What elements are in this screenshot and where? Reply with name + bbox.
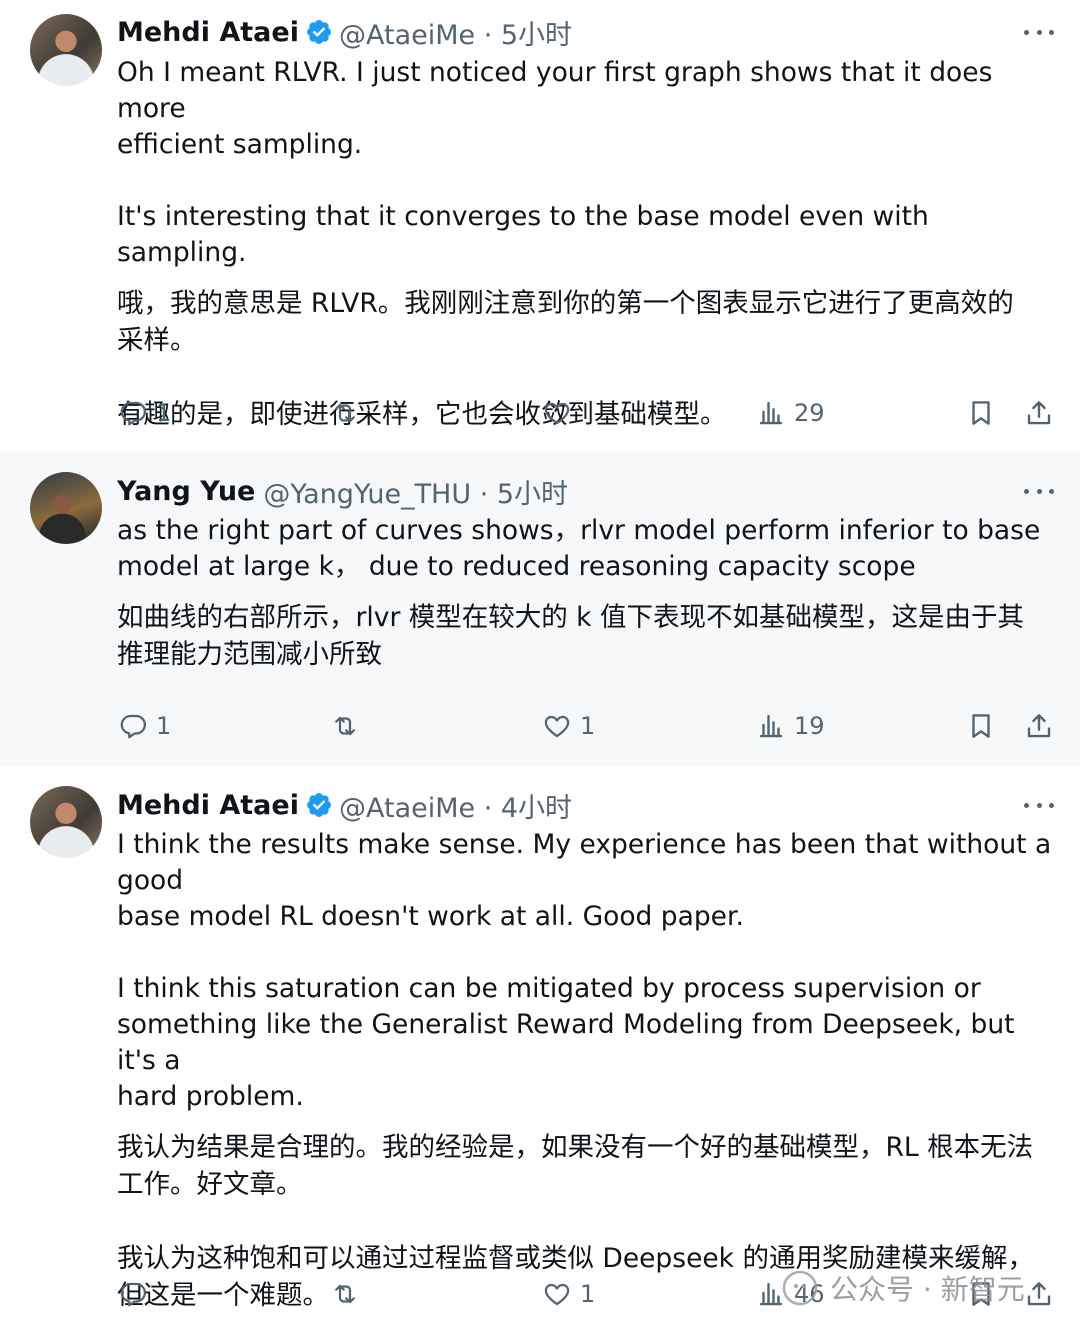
bookmark-button[interactable] xyxy=(966,706,996,746)
share-button[interactable] xyxy=(1024,393,1054,433)
text-line: I think this saturation can be mitigated… xyxy=(117,973,981,1004)
retweet-icon xyxy=(335,403,355,423)
author-name[interactable]: Mehdi Ataei xyxy=(117,17,299,48)
watermark: 公众号 · 新智元 xyxy=(782,1268,1025,1308)
watermark-text: 公众号 · 新智元 xyxy=(830,1273,1025,1306)
reply-icon xyxy=(120,401,146,426)
retweet-button[interactable] xyxy=(330,393,368,433)
verified-badge-icon xyxy=(305,18,333,46)
text-line: 工作。好文章。 xyxy=(117,1169,303,1200)
action-bar: 1 29 xyxy=(0,393,1080,433)
like-button[interactable]: 1 xyxy=(542,706,595,746)
like-button[interactable] xyxy=(542,393,580,433)
text-line: 如曲线的右部所示，rlvr 模型在较大的 k 值下表现不如基础模型，这是由于其 xyxy=(117,602,1024,633)
reply-button[interactable] xyxy=(118,1274,156,1314)
text-line: 我认为结果是合理的。我的经验是，如果没有一个好的基础模型，RL 根本无法 xyxy=(117,1132,1034,1163)
avatar[interactable] xyxy=(30,786,102,858)
text-line: 哦，我的意思是 RLVR。我刚刚注意到你的第一个图表显示它进行了更高效的 xyxy=(117,288,1014,319)
text-line: hard problem. xyxy=(117,1081,304,1112)
views-count: 29 xyxy=(794,399,825,427)
like-count: 1 xyxy=(580,712,596,740)
action-bar: 1 1 19 xyxy=(0,706,1080,746)
verified-badge-icon xyxy=(305,791,333,819)
heart-icon xyxy=(544,402,570,425)
bookmark-icon xyxy=(972,714,990,738)
like-button[interactable]: 1 xyxy=(542,1274,595,1314)
avatar[interactable] xyxy=(30,14,102,86)
views-button[interactable]: 19 xyxy=(756,706,825,746)
author-handle[interactable]: @YangYue_THU · 5小时 xyxy=(263,472,568,511)
more-icon[interactable] xyxy=(1024,481,1054,501)
views-icon xyxy=(759,714,783,738)
views-button[interactable]: 29 xyxy=(756,393,825,433)
tweet-header: Yang Yue @YangYue_THU · 5小时 xyxy=(117,472,568,511)
share-button[interactable] xyxy=(1024,706,1054,746)
reply-button[interactable]: 1 xyxy=(118,393,171,433)
author-handle[interactable]: @AtaeiMe · 5小时 xyxy=(339,13,572,52)
reply-icon xyxy=(120,714,146,739)
views-icon xyxy=(759,401,783,425)
tweet-text: Oh I meant RLVR. I just noticed your fir… xyxy=(117,55,1057,433)
share-icon xyxy=(1027,1282,1051,1306)
tweet-text: I think the results make sense. My exper… xyxy=(117,827,1057,1314)
tweet[interactable]: Mehdi Ataei @AtaeiMe · 4小时 I think the r… xyxy=(0,766,1080,1330)
avatar[interactable] xyxy=(30,472,102,544)
author-handle[interactable]: @AtaeiMe · 4小时 xyxy=(339,786,572,825)
reply-icon xyxy=(120,1282,146,1307)
retweet-button[interactable] xyxy=(330,706,368,746)
translation-text: 如曲线的右部所示，rlvr 模型在较大的 k 值下表现不如基础模型，这是由于其 … xyxy=(117,599,1057,673)
share-button[interactable] xyxy=(1024,1274,1054,1314)
reply-thread: Mehdi Ataei @AtaeiMe · 5小时 Oh I meant RL… xyxy=(0,0,1080,1330)
like-count: 1 xyxy=(580,1280,596,1308)
retweet-icon xyxy=(335,1284,355,1304)
text-line: as the right part of curves shows，rlvr m… xyxy=(117,515,1041,546)
text-line: model at large k， due to reduced reasoni… xyxy=(117,551,916,582)
text-line: base model RL doesn't work at all. Good … xyxy=(117,901,744,932)
wechat-logo-icon xyxy=(782,1270,818,1306)
bookmark-button[interactable] xyxy=(966,393,996,433)
heart-icon xyxy=(544,1283,570,1306)
more-icon[interactable] xyxy=(1024,22,1054,42)
author-name[interactable]: Yang Yue xyxy=(117,476,255,507)
reply-count: 1 xyxy=(156,399,172,427)
reply-button[interactable]: 1 xyxy=(118,706,171,746)
text-line: I think the results make sense. My exper… xyxy=(117,829,1052,896)
share-icon xyxy=(1027,714,1051,738)
retweet-icon xyxy=(335,716,355,736)
tweet-header: Mehdi Ataei @AtaeiMe · 4小时 xyxy=(117,786,572,825)
heart-icon xyxy=(544,715,570,738)
text-line: 推理能力范围减小所致 xyxy=(117,639,382,670)
retweet-button[interactable] xyxy=(330,1274,368,1314)
text-line: efficient sampling. xyxy=(117,129,363,160)
text-line: something like the Generalist Reward Mod… xyxy=(117,1009,1015,1076)
author-name[interactable]: Mehdi Ataei xyxy=(117,790,299,821)
tweet[interactable]: Yang Yue @YangYue_THU · 5小时 as the right… xyxy=(0,452,1080,766)
tweet-text: as the right part of curves shows，rlvr m… xyxy=(117,513,1057,673)
tweet-header: Mehdi Ataei @AtaeiMe · 5小时 xyxy=(117,13,572,52)
share-icon xyxy=(1027,401,1051,425)
views-count: 19 xyxy=(794,712,825,740)
bookmark-icon xyxy=(972,401,990,425)
more-icon[interactable] xyxy=(1024,795,1054,815)
text-line: It's interesting that it converges to th… xyxy=(117,201,929,268)
reply-count: 1 xyxy=(156,712,172,740)
text-line: Oh I meant RLVR. I just noticed your fir… xyxy=(117,57,993,124)
text-line: 采样。 xyxy=(117,325,197,356)
tweet[interactable]: Mehdi Ataei @AtaeiMe · 5小时 Oh I meant RL… xyxy=(0,0,1080,452)
